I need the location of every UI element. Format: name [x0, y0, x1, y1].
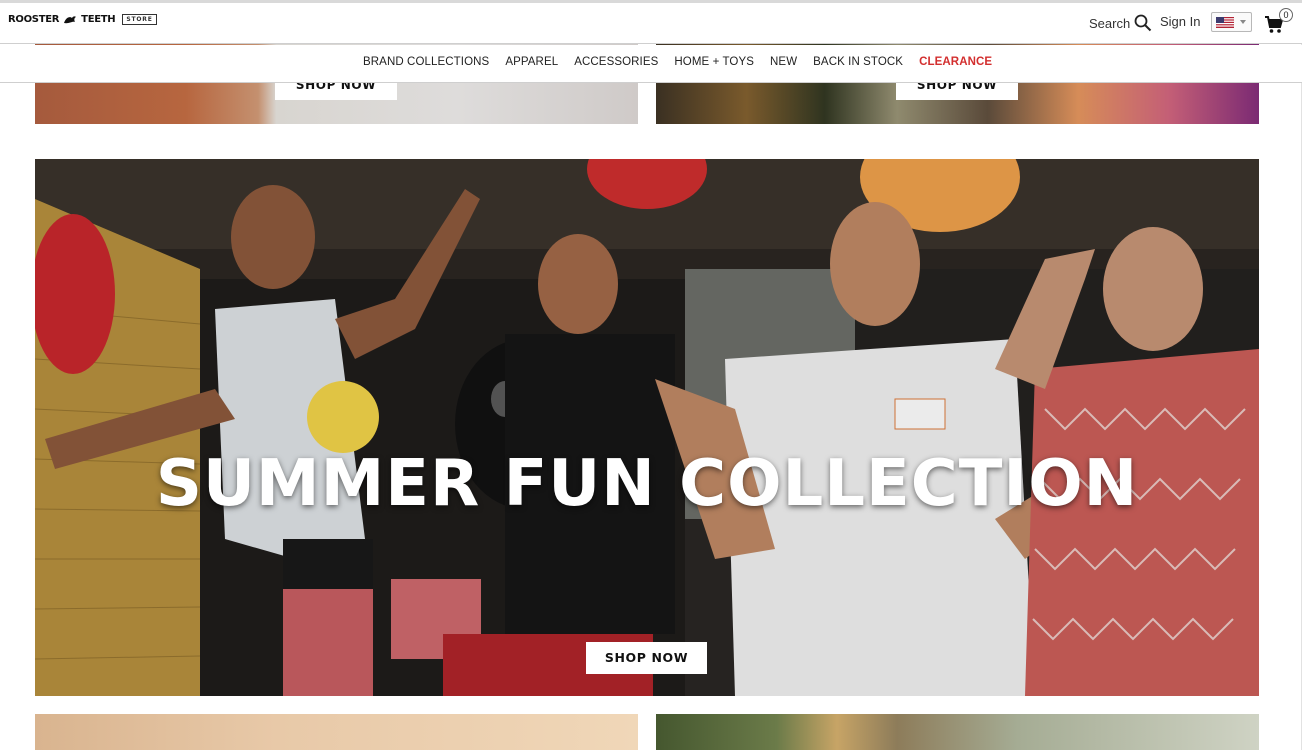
main-navigation: BRAND COLLECTIONS APPAREL ACCESSORIES HO…: [0, 45, 1302, 83]
hero-photo: [35, 159, 1259, 696]
search-button[interactable]: Search: [1089, 14, 1152, 32]
search-icon: [1134, 14, 1152, 32]
nav-item-clearance[interactable]: CLEARANCE: [919, 56, 992, 68]
cart-count-badge: 0: [1279, 8, 1293, 22]
promo-tile-bottom-left[interactable]: [35, 714, 638, 750]
us-flag-icon: [1216, 16, 1234, 28]
site-logo[interactable]: ROOSTER TEETH STORE: [8, 14, 157, 25]
nav-item-back-in-stock[interactable]: BACK IN STOCK: [813, 56, 903, 68]
hero-title: SUMMER FUN COLLECTION: [155, 447, 1139, 521]
promo-tile-bottom-right[interactable]: [656, 714, 1259, 750]
nav-item-apparel[interactable]: APPAREL: [505, 56, 558, 68]
chevron-down-icon: [1240, 20, 1246, 24]
cart-button[interactable]: 0: [1264, 8, 1294, 35]
logo-text-teeth: TEETH: [81, 14, 116, 25]
logo-store-badge: STORE: [122, 14, 157, 25]
nav-item-home-toys[interactable]: HOME + TOYS: [674, 56, 754, 68]
country-selector[interactable]: [1211, 12, 1252, 32]
nav-menu: BRAND COLLECTIONS APPAREL ACCESSORIES HO…: [363, 56, 1008, 68]
nav-item-accessories[interactable]: ACCESSORIES: [574, 56, 658, 68]
sign-in-link[interactable]: Sign In: [1160, 14, 1200, 29]
nav-item-new[interactable]: NEW: [770, 56, 797, 68]
site-header: ROOSTER TEETH STORE Search Sign In 0: [0, 3, 1302, 44]
shop-now-button[interactable]: SHOP NOW: [586, 642, 707, 674]
rooster-logo-icon: [64, 15, 77, 23]
logo-text-rooster: ROOSTER: [8, 14, 60, 25]
hero-banner-summer-fun[interactable]: SUMMER FUN COLLECTION SHOP NOW: [35, 159, 1259, 696]
search-label: Search: [1089, 15, 1131, 31]
nav-item-brand-collections[interactable]: BRAND COLLECTIONS: [363, 56, 489, 68]
